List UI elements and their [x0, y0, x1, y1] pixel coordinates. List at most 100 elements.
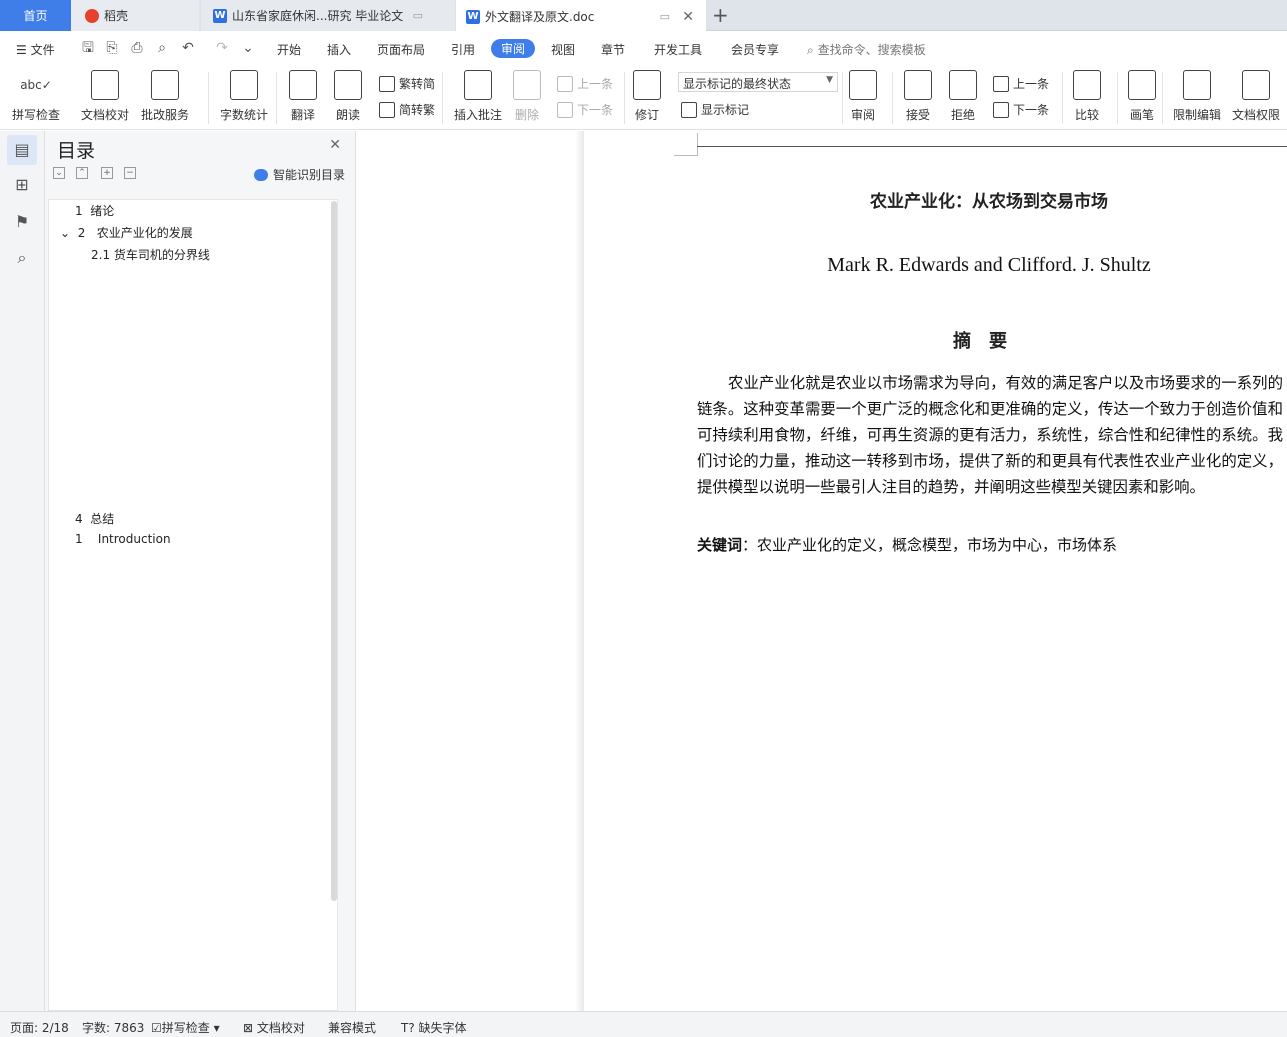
new-tab-button[interactable]: +: [712, 3, 729, 27]
next-change-button[interactable]: 下一条: [993, 101, 1049, 118]
reject-label: 拒绝: [950, 108, 975, 122]
document-page[interactable]: 农业产业化：从农场到交易市场 Mark R. Edwards and Cliff…: [584, 131, 1287, 1011]
chevron-down-icon[interactable]: ⌄: [60, 226, 70, 240]
trad-to-simp-label: 繁转简: [399, 77, 436, 91]
toc-panel: 目录 ✕ ⌄ ⌃ + − 智能识别目录 1 绪论 ⌄ 2 农业产业化的发展 2.…: [45, 131, 356, 1011]
restrict-editing-button[interactable]: 限制编辑: [1173, 70, 1221, 123]
toc-item[interactable]: 2.1 货车司机的分界线: [91, 246, 210, 263]
screen-icon[interactable]: ▭: [660, 10, 670, 23]
ribbon-separator: [624, 72, 625, 124]
quick-access-more-icon[interactable]: ⌄: [240, 40, 256, 56]
menu-view[interactable]: 视图: [551, 41, 575, 58]
menu-start[interactable]: 开始: [277, 41, 301, 58]
toc-scrollbar[interactable]: [331, 201, 337, 901]
delete-comment-button[interactable]: 删除: [513, 70, 541, 123]
remove-heading-icon[interactable]: −: [124, 167, 136, 179]
file-menu[interactable]: ☰ 文件: [16, 41, 55, 58]
next-change-label: 下一条: [1013, 103, 1050, 117]
show-markup-icon: [681, 101, 697, 118]
close-icon[interactable]: ✕: [329, 137, 341, 153]
word-count-button[interactable]: 字数统计: [220, 70, 268, 123]
trad-to-simp-button[interactable]: 繁转简: [379, 75, 435, 92]
menu-chapter[interactable]: 章节: [601, 41, 625, 58]
page-indicator[interactable]: 页面: 2/18: [10, 1019, 69, 1036]
menu-member[interactable]: 会员专享: [731, 41, 779, 58]
word-count-indicator[interactable]: 字数: 7863: [82, 1019, 144, 1036]
menu-review[interactable]: 审阅: [491, 39, 536, 58]
compare-icon: [1073, 70, 1101, 100]
accept-button[interactable]: 接受: [904, 70, 932, 123]
compare-button[interactable]: 比较: [1073, 70, 1101, 123]
toc-item-number: 1: [75, 532, 83, 546]
prev-change-icon: [993, 75, 1009, 92]
tab-document-thesis[interactable]: W 山东省家庭休闲...研究 毕业论文 ▭: [201, 0, 455, 31]
pen-button[interactable]: 画笔: [1128, 70, 1156, 123]
toc-item-number: 1: [75, 204, 83, 218]
compat-mode[interactable]: 兼容模式: [328, 1019, 376, 1036]
daoke-logo-icon: [85, 8, 99, 23]
review-pane-button[interactable]: 审阅: [849, 70, 877, 123]
prev-comment-label: 上一条: [577, 77, 614, 91]
menu-insert[interactable]: 插入: [327, 41, 351, 58]
tab-home[interactable]: 首页: [0, 0, 71, 31]
keywords-label: 关键词: [697, 536, 743, 554]
menu-references[interactable]: 引用: [451, 41, 475, 58]
tab-document-active[interactable]: W 外文翻译及原文.doc ▭ ✕: [456, 0, 706, 31]
spell-check-button[interactable]: abc✓ 拼写检查: [12, 70, 60, 123]
ribbon-separator: [276, 72, 277, 124]
smart-toc-button[interactable]: 智能识别目录: [253, 166, 345, 183]
toc-item[interactable]: ⌄ 2 农业产业化的发展: [60, 224, 193, 241]
export-icon[interactable]: ⎘: [104, 40, 120, 56]
print-preview-icon[interactable]: ⌕: [154, 40, 170, 56]
menu-page-layout[interactable]: 页面布局: [377, 41, 425, 58]
markup-state-dropdown[interactable]: 显示标记的最终状态 ▼: [678, 72, 838, 92]
proofread-button[interactable]: 文档校对: [81, 70, 129, 123]
expand-all-icon[interactable]: ⌄: [53, 167, 65, 179]
tab-bar: 首页 稻壳 W 山东省家庭休闲...研究 毕业论文 ▭ W 外文翻译及原文.do…: [0, 0, 1287, 31]
toc-item[interactable]: 4 总结: [75, 510, 114, 527]
undo-icon[interactable]: ↶: [180, 40, 196, 56]
toc-pane-icon[interactable]: ▤: [7, 135, 37, 165]
next-change-icon: [993, 101, 1009, 118]
status-spell-check[interactable]: ☑拼写检查 ▾: [151, 1019, 220, 1036]
prev-change-button[interactable]: 上一条: [993, 75, 1049, 92]
lock-icon: [1183, 70, 1211, 100]
collapse-all-icon[interactable]: ⌃: [76, 167, 88, 179]
chapter-nav-icon[interactable]: ⊞: [12, 175, 32, 195]
review-pane-label: 审阅: [850, 108, 875, 122]
status-proofread[interactable]: ⊠ 文档校对: [243, 1019, 305, 1036]
redo-icon[interactable]: ↷: [214, 40, 230, 56]
track-changes-button[interactable]: 修订: [633, 70, 661, 123]
simp-to-trad-label: 简转繁: [399, 103, 436, 117]
menu-developer[interactable]: 开发工具: [654, 41, 702, 58]
revise-service-button[interactable]: 批改服务: [141, 70, 189, 123]
reject-button[interactable]: 拒绝: [949, 70, 977, 123]
simp-to-trad-button[interactable]: 简转繁: [379, 101, 435, 118]
tab-daoke[interactable]: 稻壳: [71, 0, 199, 31]
read-aloud-button[interactable]: 朗读: [334, 70, 362, 123]
toc-item[interactable]: 1 Introduction: [75, 532, 171, 546]
insert-comment-label: 插入批注: [454, 108, 503, 122]
translate-button[interactable]: 翻译: [289, 70, 317, 123]
save-icon[interactable]: 🖫: [80, 40, 96, 56]
bookmark-icon[interactable]: ⚑: [12, 212, 32, 232]
search-icon: ⌕: [807, 43, 814, 57]
add-heading-icon[interactable]: +: [101, 167, 113, 179]
command-search[interactable]: ⌕ 查找命令、搜索模板: [807, 41, 926, 58]
translate-label: 翻译: [290, 108, 315, 122]
close-tab-icon[interactable]: ✕: [682, 9, 694, 25]
missing-font[interactable]: T? 缺失字体: [401, 1019, 467, 1036]
screen-icon[interactable]: ▭: [413, 9, 423, 22]
prev-comment-button[interactable]: 上一条: [557, 75, 613, 92]
show-markup-button[interactable]: 显示标记: [681, 101, 749, 118]
abstract-heading: 摘要: [953, 331, 1025, 352]
toc-item[interactable]: 1 绪论: [75, 202, 114, 219]
toc-item-text: 绪论: [90, 204, 115, 218]
search-icon[interactable]: ⌕: [12, 248, 32, 268]
word-count-icon: [230, 70, 258, 100]
insert-comment-button[interactable]: 插入批注: [454, 70, 502, 123]
next-comment-button[interactable]: 下一条: [557, 101, 613, 118]
print-icon[interactable]: ⎙: [129, 40, 145, 56]
trad-to-simp-icon: [379, 75, 395, 92]
document-permission-button[interactable]: 文档权限: [1232, 70, 1280, 123]
